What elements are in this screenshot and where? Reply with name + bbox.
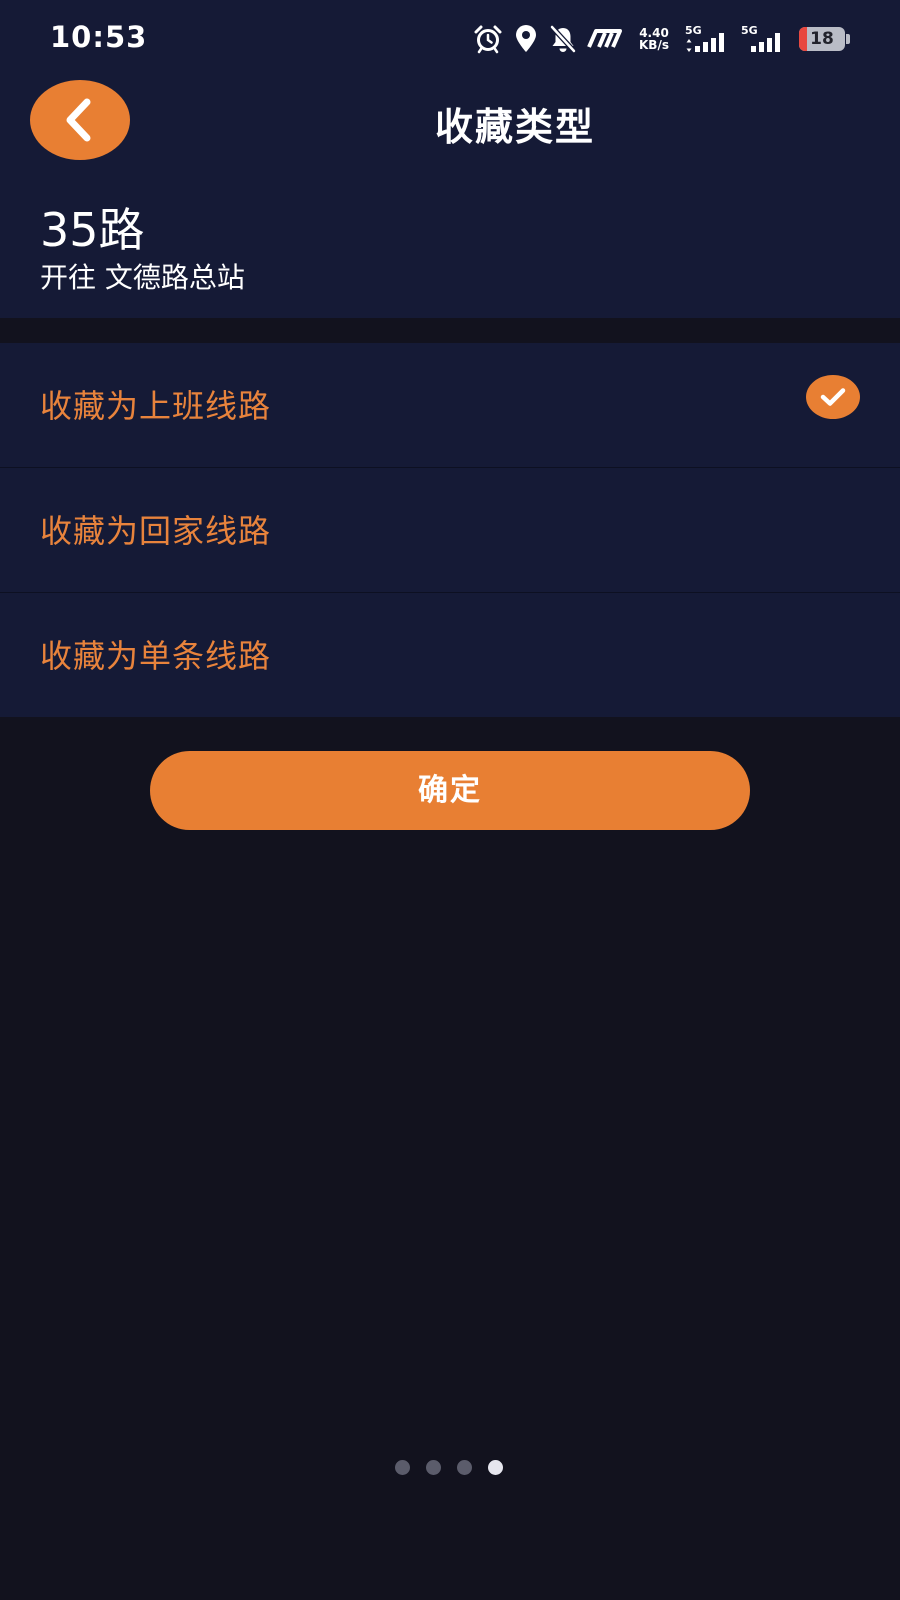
nfc-icon [587, 29, 622, 48]
mute-icon [550, 25, 576, 53]
option-label: 收藏为上班线路 [40, 387, 272, 425]
page-dot[interactable] [426, 1460, 441, 1475]
check-icon [806, 375, 860, 419]
option-label: 收藏为单条线路 [40, 637, 272, 675]
location-icon [516, 25, 536, 52]
option-commute-route[interactable]: 收藏为上班线路 [0, 343, 900, 467]
status-icons: 4.40 KB/s 5G 5G 18 [463, 22, 850, 56]
signal-icon [751, 33, 780, 52]
option-label: 收藏为回家线路 [40, 512, 272, 550]
network-speed-unit: KB/s [639, 38, 669, 52]
header-panel: 10:53 4.40 KB/s 5G 5G 18 收藏类型 35路 开往 文德路… [0, 0, 900, 318]
page-dot[interactable] [457, 1460, 472, 1475]
option-single-route[interactable]: 收藏为单条线路 [0, 592, 900, 717]
signal-sim2: 5G [741, 24, 787, 54]
signal-sim1: 5G [685, 24, 731, 54]
status-bar: 10:53 4.40 KB/s 5G 5G 18 [0, 0, 900, 78]
page-dot-active[interactable] [488, 1460, 503, 1475]
battery-icon: 18 [799, 27, 845, 51]
screen: 10:53 4.40 KB/s 5G 5G 18 收藏类型 35路 开往 文德路… [0, 0, 900, 1600]
option-home-route[interactable]: 收藏为回家线路 [0, 467, 900, 592]
page-title: 收藏类型 [434, 105, 595, 149]
page-indicator [395, 1460, 519, 1475]
battery-level: 18 [810, 29, 834, 49]
favorite-type-options: 收藏为上班线路 收藏为回家线路 收藏为单条线路 [0, 343, 900, 717]
alarm-icon [474, 25, 502, 54]
network-speed: 4.40 KB/s [633, 27, 675, 51]
battery-cap [846, 34, 850, 44]
confirm-button[interactable]: 确定 [150, 751, 750, 830]
route-number: 35路 [40, 203, 145, 257]
page-dot[interactable] [395, 1460, 410, 1475]
route-direction: 开往 文德路总站 [40, 261, 245, 294]
status-time: 10:53 [50, 20, 148, 54]
signal-icon [686, 33, 724, 52]
